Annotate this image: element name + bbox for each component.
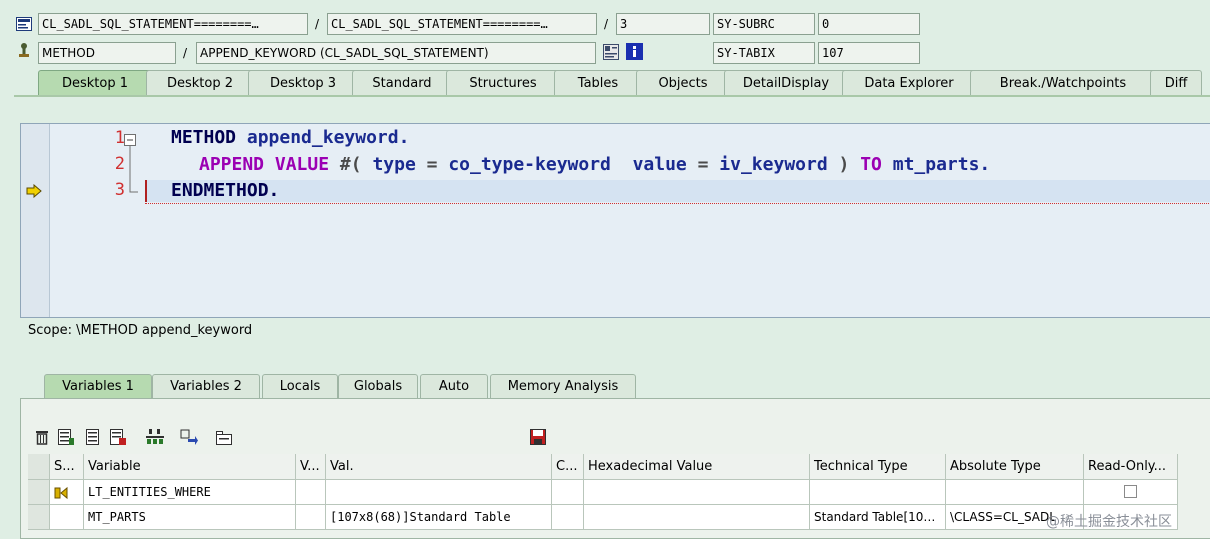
column-header-value[interactable]: Val.: [326, 454, 552, 480]
include-field[interactable]: CL_SADL_SQL_STATEMENT========…: [327, 13, 597, 35]
tab-desktop-2[interactable]: Desktop 2: [146, 70, 254, 96]
tab-globals[interactable]: Globals: [338, 374, 418, 398]
tab-memory-analysis[interactable]: Memory Analysis: [490, 374, 636, 398]
source-editor[interactable]: 1 2 3 METHOD append_keyword. APPEND VALU…: [20, 123, 1210, 318]
column-header-variable[interactable]: Variable: [84, 454, 296, 480]
line-number-field[interactable]: 3: [616, 13, 710, 35]
table-row-c: [552, 480, 584, 505]
breakpoint-gutter[interactable]: [21, 124, 50, 317]
select-layout-icon[interactable]: [58, 429, 74, 445]
column-header-absolute-type[interactable]: Absolute Type: [946, 454, 1084, 480]
tab-variables-2[interactable]: Variables 2: [152, 374, 260, 398]
tab-data-explorer[interactable]: Data Explorer: [842, 70, 976, 96]
tab-underline: [14, 95, 1210, 97]
line-number: 2: [114, 154, 125, 174]
method-type-icon: [19, 43, 29, 57]
save-icon[interactable]: [530, 429, 546, 445]
table-row-hex: [584, 505, 810, 530]
table-row-v: [296, 480, 326, 505]
transfer-icon[interactable]: [180, 429, 198, 445]
tab-detail-display[interactable]: DetailDisplay: [724, 70, 848, 96]
tab-variables-1[interactable]: Variables 1: [44, 374, 152, 398]
code-line-2: APPEND VALUE #( type = co_type-keyword v…: [199, 154, 991, 175]
event-type-field[interactable]: METHOD: [38, 42, 176, 64]
column-header-technical-type[interactable]: Technical Type: [810, 454, 946, 480]
display-icon[interactable]: [603, 44, 619, 60]
table-row-value[interactable]: [326, 480, 552, 505]
table-row-absolute: [946, 480, 1084, 505]
desktop-tabstrip: Desktop 1 Desktop 2 Desktop 3 Standard S…: [14, 70, 1210, 96]
collapse-icon[interactable]: [124, 134, 136, 146]
column-header-v[interactable]: V...: [296, 454, 326, 480]
table-row-value[interactable]: [107x8(68)]Standard Table: [326, 505, 552, 530]
row-selector[interactable]: [28, 480, 50, 505]
line-number: 3: [114, 180, 125, 200]
tab-breakpoints[interactable]: Break./Watchpoints: [970, 70, 1156, 96]
read-only-checkbox[interactable]: [1124, 485, 1137, 498]
code-line-3: ENDMETHOD.: [171, 180, 280, 201]
sy-tabix-value[interactable]: 107: [818, 42, 920, 64]
table-row-technical[interactable]: Standard Table[10…: [810, 505, 946, 530]
current-line-marker: [145, 203, 1210, 204]
change-layout-icon[interactable]: [86, 429, 102, 445]
tab-locals[interactable]: Locals: [262, 374, 338, 398]
column-header-read-only[interactable]: Read-Only...: [1084, 454, 1178, 480]
fold-guide: [129, 146, 138, 193]
tab-auto[interactable]: Auto: [420, 374, 488, 398]
current-line-arrow-icon: [26, 184, 42, 198]
table-row-status: [50, 505, 84, 530]
event-name-field[interactable]: APPEND_KEYWORD (CL_SADL_SQL_STATEMENT): [196, 42, 596, 64]
code-line-1: METHOD append_keyword.: [171, 127, 410, 148]
tab-diff[interactable]: Diff: [1150, 70, 1202, 96]
tab-structures[interactable]: Structures: [446, 70, 560, 96]
tab-tables[interactable]: Tables: [554, 70, 642, 96]
line-number: 1: [114, 128, 125, 148]
table-row-c: [552, 505, 584, 530]
delete-icon[interactable]: [34, 429, 50, 445]
column-header-hex[interactable]: Hexadecimal Value: [584, 454, 810, 480]
column-header-status[interactable]: S...: [50, 454, 84, 480]
text-cursor: [145, 180, 147, 202]
table-row-variable[interactable]: MT_PARTS: [84, 505, 296, 530]
tab-objects[interactable]: Objects: [636, 70, 730, 96]
tab-desktop-3[interactable]: Desktop 3: [248, 70, 358, 96]
program-icon: [16, 17, 32, 31]
sy-subrc-value[interactable]: 0: [818, 13, 920, 35]
row-selector[interactable]: [28, 505, 50, 530]
header-corner: [28, 454, 50, 480]
main-program-field[interactable]: CL_SADL_SQL_STATEMENT========…: [38, 13, 308, 35]
table-row-variable[interactable]: LT_ENTITIES_WHERE: [84, 480, 296, 505]
sy-tabix-label: SY-TABIX: [713, 42, 815, 64]
table-row-readonly: [1084, 480, 1178, 505]
current-line-highlight: [145, 180, 1210, 202]
tab-standard[interactable]: Standard: [352, 70, 452, 96]
table-row-status: [50, 480, 84, 505]
separator: /: [183, 46, 188, 60]
separator: /: [315, 17, 320, 31]
table-row-technical: [810, 480, 946, 505]
info-icon[interactable]: [626, 43, 643, 60]
table-row-hex: [584, 480, 810, 505]
variable-marker-icon: [54, 486, 68, 499]
column-header-c[interactable]: C...: [552, 454, 584, 480]
scope-label: Scope: \METHOD append_keyword: [28, 323, 253, 338]
watermark: @稀土掘金技术社区: [1046, 514, 1172, 530]
folder-icon[interactable]: [216, 431, 232, 445]
separator: /: [604, 17, 609, 31]
table-row-v: [296, 505, 326, 530]
sy-subrc-label: SY-SUBRC: [713, 13, 815, 35]
tab-desktop-1[interactable]: Desktop 1: [38, 70, 152, 96]
save-layout-icon[interactable]: [110, 429, 126, 445]
hierarchy-icon[interactable]: [146, 429, 164, 445]
